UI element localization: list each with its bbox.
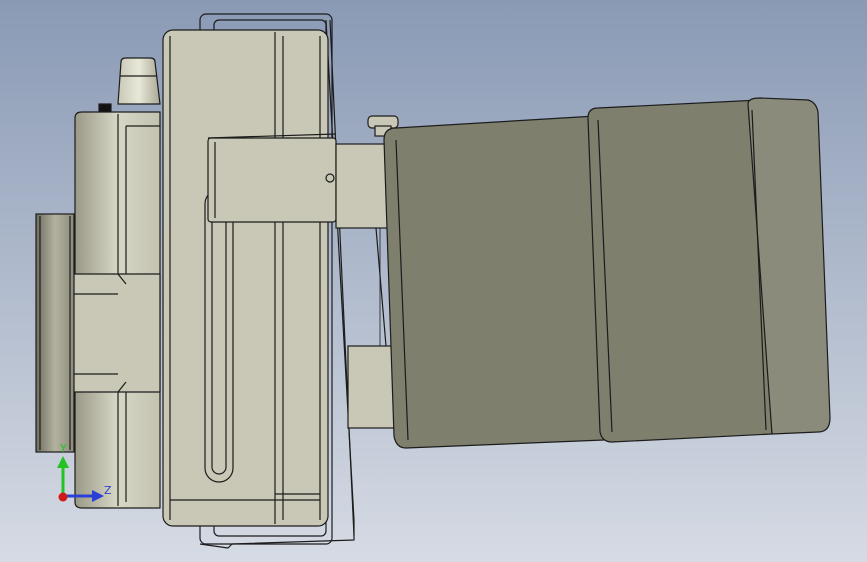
y-axis-label: Y	[59, 442, 67, 455]
motor	[383, 97, 831, 449]
z-axis-label: Z	[104, 484, 112, 497]
front-cylinder	[35, 213, 75, 453]
axis-origin-icon	[58, 492, 68, 502]
cad-model-view[interactable]: Y Z	[0, 0, 867, 562]
main-housing	[162, 29, 329, 527]
sensor-block	[71, 111, 161, 509]
cad-viewport[interactable]: Y Z	[0, 0, 867, 562]
clamp-bar	[207, 133, 337, 223]
